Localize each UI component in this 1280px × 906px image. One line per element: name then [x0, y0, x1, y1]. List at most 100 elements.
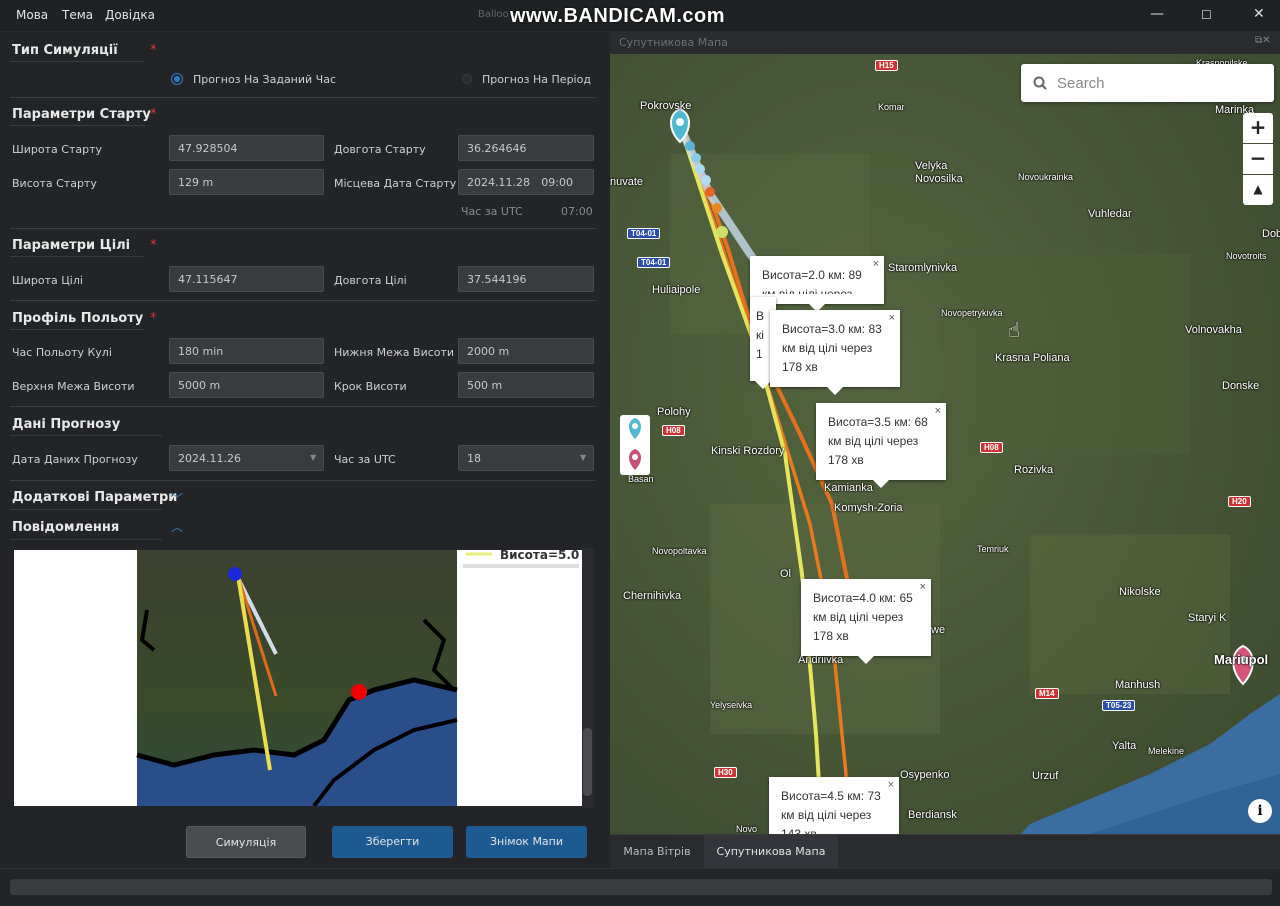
- close-icon[interactable]: ✕: [1253, 6, 1265, 22]
- divider: [10, 406, 595, 407]
- popup-close-icon[interactable]: ×: [935, 402, 941, 421]
- upper-alt-field[interactable]: 5000 m: [169, 372, 324, 398]
- upper-alt-label: Верхня Межа Висоти: [12, 380, 135, 393]
- town-label: Ol: [780, 568, 791, 580]
- radio-fixed-time[interactable]: [172, 74, 182, 84]
- chevron-up-icon[interactable]: ︿: [171, 518, 183, 535]
- extra-params-title[interactable]: Додаткові Параметри: [12, 490, 177, 505]
- popup-text: км від цілі через: [781, 808, 872, 822]
- forecast-date-label: Дата Даних Прогнозу: [12, 453, 138, 466]
- divider: [10, 480, 595, 481]
- section-underline: [10, 125, 145, 126]
- town-label: we: [931, 624, 946, 636]
- map-search-box[interactable]: Search: [1021, 64, 1274, 102]
- road-badge: M14: [1035, 688, 1059, 699]
- popup-text: км від цілі через: [762, 287, 853, 294]
- town-label: Urzuf: [1032, 770, 1059, 782]
- popup-close-icon[interactable]: ×: [888, 776, 894, 795]
- menu-bar: Мова Тема Довідка Balloo www.BANDICAM.co…: [0, 0, 1280, 32]
- target-lat-field[interactable]: 47.115647: [169, 266, 324, 292]
- radio-fixed-time-label: Прогноз На Заданий Час: [193, 73, 336, 86]
- popup-text: кі: [756, 328, 764, 342]
- marker-legend: [620, 415, 650, 475]
- popup-close-icon[interactable]: ×: [873, 255, 879, 274]
- required-mark: *: [150, 238, 157, 253]
- search-input[interactable]: Search: [1057, 75, 1105, 92]
- required-mark: *: [150, 311, 157, 326]
- altitude-popup: × Висота=4.0 км: 65 км від цілі через 17…: [801, 578, 931, 664]
- start-utc-value: 07:00: [561, 205, 593, 218]
- map-header: Супутникова Мапа: [610, 32, 1280, 54]
- chevron-down-icon: ▼: [310, 453, 317, 462]
- town-label: Basan: [628, 474, 654, 484]
- tab-satellite-map[interactable]: Супутникова Мапа: [704, 835, 838, 869]
- town-label: Pokrovske: [640, 100, 692, 112]
- section-underline: [10, 61, 145, 62]
- town-label: Rozivka: [1014, 464, 1054, 476]
- popup-text: км від цілі через: [828, 434, 919, 448]
- start-date-label: Місцева Дата Старту: [334, 177, 457, 190]
- forecast-utc-select[interactable]: 18: [458, 445, 594, 471]
- map-tab-bar: Мапа Вітрів Супутникова Мапа: [610, 834, 1280, 869]
- required-mark: *: [150, 43, 157, 58]
- forecast-date-select[interactable]: 2024.11.26: [169, 445, 324, 471]
- compass-icon[interactable]: ▲: [1243, 175, 1273, 205]
- save-button[interactable]: Зберегти: [332, 826, 453, 858]
- divider: [10, 97, 595, 98]
- hand-cursor-icon: ☝: [1008, 318, 1021, 342]
- window-title: Balloo: [478, 9, 509, 20]
- town-label: Osypenko: [900, 769, 950, 781]
- start-lat-field[interactable]: 47.928504: [169, 135, 324, 161]
- tab-wind-map[interactable]: Мапа Вітрів: [610, 835, 704, 869]
- popup-close-icon[interactable]: ×: [889, 309, 895, 328]
- popup-text: Висота=3.0 км: 83: [782, 322, 882, 336]
- required-mark: *: [150, 107, 157, 122]
- search-icon: [1033, 76, 1047, 90]
- target-lon-field[interactable]: 37.544196: [458, 266, 594, 292]
- town-label: Velyka Novosilka: [915, 160, 963, 185]
- expand-icon[interactable]: ⧉✕: [1255, 35, 1271, 46]
- messages-title[interactable]: Повідомлення: [12, 520, 119, 535]
- info-icon[interactable]: i: [1248, 799, 1272, 823]
- start-lon-field[interactable]: 36.264646: [458, 135, 594, 161]
- town-label: Novopoltavka: [652, 546, 707, 556]
- start-lon-label: Довгота Старту: [334, 143, 426, 156]
- menu-language[interactable]: Мова: [16, 8, 48, 22]
- maximize-icon[interactable]: ☐: [1201, 8, 1212, 22]
- start-alt-field[interactable]: 129 m: [169, 169, 324, 195]
- recorder-watermark: www.BANDICAM.com: [510, 5, 726, 27]
- popup-text: 178 хв: [813, 629, 849, 643]
- town-label: Chernihivka: [623, 590, 682, 602]
- town-label: Donske: [1222, 380, 1260, 392]
- popup-text: Висота=3.5 км: 68: [828, 415, 928, 429]
- radio-period[interactable]: [462, 74, 472, 84]
- menu-help[interactable]: Довідка: [105, 8, 155, 22]
- alt-step-field[interactable]: 500 m: [458, 372, 594, 398]
- target-lat-label: Широта Цілі: [12, 274, 83, 287]
- town-label: Nikolske: [1119, 586, 1161, 598]
- menu-theme[interactable]: Тема: [62, 8, 93, 22]
- chevron-down-icon[interactable]: ﹀: [171, 490, 183, 507]
- town-label: Novoukrainka: [1018, 172, 1074, 182]
- town-label: Berdiansk: [908, 809, 957, 821]
- simulate-button[interactable]: Симуляція: [186, 826, 306, 858]
- road-badge: T04-01: [627, 228, 661, 239]
- satellite-map[interactable]: Pokrovske Komar Krasnopilske Marinka Vel…: [610, 54, 1280, 866]
- divider: [10, 228, 595, 229]
- progress-bar: [10, 879, 1272, 895]
- messages-scroll-thumb[interactable]: [583, 728, 592, 796]
- town-label: Staromlynivka: [888, 262, 958, 274]
- zoom-out-button[interactable]: −: [1243, 144, 1273, 174]
- popup-close-icon[interactable]: ×: [920, 578, 926, 597]
- zoom-in-button[interactable]: +: [1243, 113, 1273, 143]
- town-label: Novotroits: [1226, 251, 1267, 261]
- town-label: Mariupol: [1214, 652, 1269, 667]
- town-label: Staryi K: [1188, 612, 1227, 624]
- forecast-utc-label: Час за UTC: [334, 453, 396, 466]
- lower-alt-field[interactable]: 2000 m: [458, 338, 594, 364]
- section-underline: [10, 256, 145, 257]
- snapshot-button[interactable]: Знімок Мапи: [466, 826, 587, 858]
- minimize-icon[interactable]: —: [1150, 6, 1164, 22]
- start-datetime-field[interactable]: 2024.11.28 09:00: [458, 169, 594, 195]
- duration-field[interactable]: 180 min: [169, 338, 324, 364]
